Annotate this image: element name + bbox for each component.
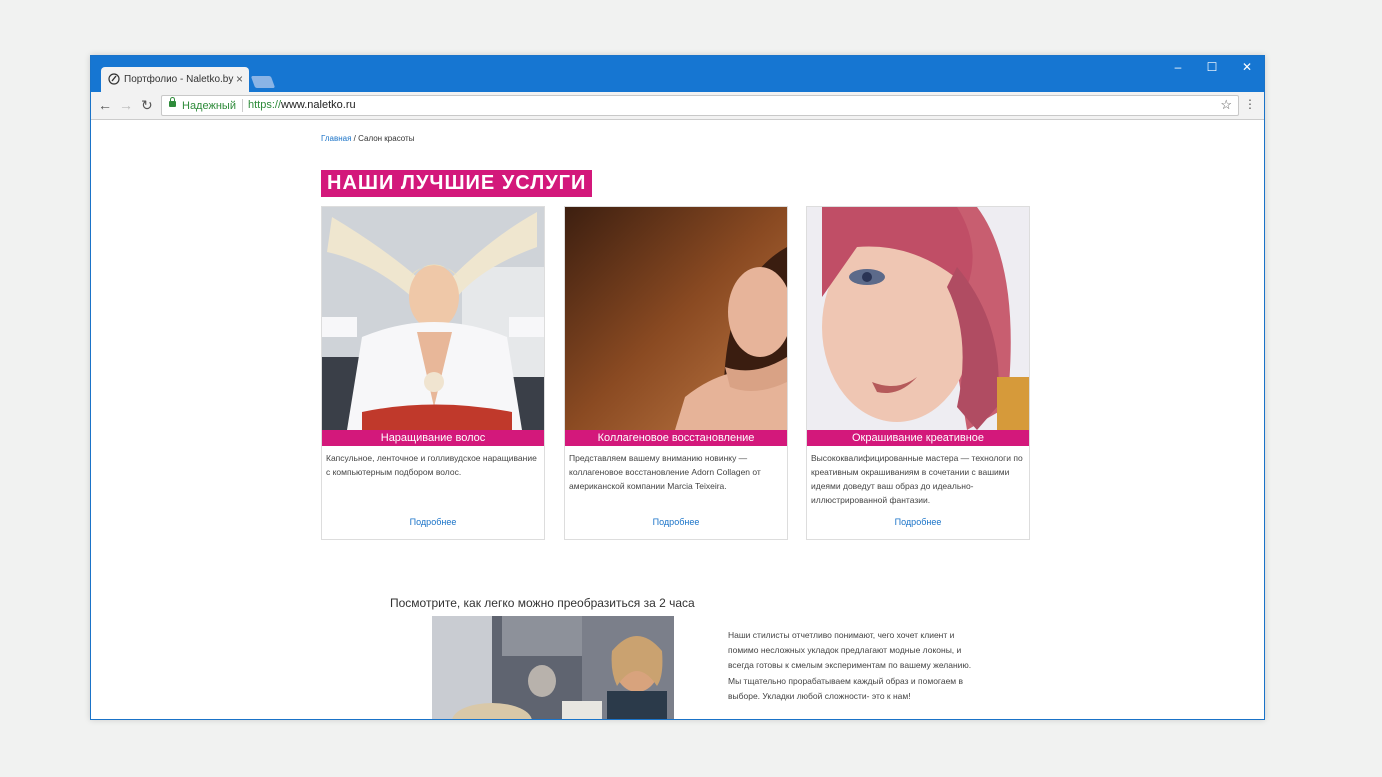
service-card: Окрашивание креативное Высококвалифициро…: [806, 206, 1030, 540]
browser-menu-icon[interactable]: ⋮: [1244, 97, 1256, 111]
url-text[interactable]: https://www.naletko.ru: [248, 99, 356, 111]
service-more-link[interactable]: Подробнее: [565, 517, 787, 527]
service-title: Окрашивание креативное: [807, 430, 1029, 446]
salon-video[interactable]: [432, 616, 674, 719]
address-bar[interactable]: Надежный https://www.naletko.ru ☆: [161, 95, 1239, 116]
breadcrumb-home-link[interactable]: Главная: [321, 134, 351, 143]
tab-close-icon[interactable]: ×: [236, 72, 243, 86]
browser-window: Портфолио - Naletko.by × – ☐ ✕ ← → ↻ Над…: [90, 55, 1265, 720]
service-card: Коллагеновое восстановление Представляем…: [564, 206, 788, 540]
new-tab-button[interactable]: [250, 76, 276, 88]
transform-text: Наши стилисты отчетливо понимают, чего х…: [728, 630, 972, 701]
browser-toolbar: ← → ↻ Надежный https://www.naletko.ru ☆ …: [91, 92, 1264, 120]
url-host: www.naletko.ru: [281, 99, 356, 111]
site-favicon-icon: [108, 73, 120, 85]
close-window-button[interactable]: ✕: [1232, 60, 1262, 74]
breadcrumb-current: Салон красоты: [358, 134, 415, 143]
service-photo[interactable]: [565, 207, 787, 430]
secure-label: Надежный: [182, 100, 236, 112]
service-title: Коллагеновое восстановление: [565, 430, 787, 446]
minimize-button[interactable]: –: [1163, 60, 1193, 74]
service-photo[interactable]: [322, 207, 544, 430]
browser-tab[interactable]: Портфолио - Naletko.by ×: [101, 67, 249, 93]
breadcrumb: Главная / Салон красоты: [321, 134, 414, 143]
service-title: Наращивание волос: [322, 430, 544, 446]
service-description: Представляем вашему вниманию новинку — к…: [569, 453, 761, 491]
title-bar: Портфолио - Naletko.by × – ☐ ✕: [91, 56, 1264, 93]
service-more-link[interactable]: Подробнее: [322, 517, 544, 527]
back-arrow-icon[interactable]: ←: [98, 97, 112, 113]
service-description: Капсульное, ленточное и голливудское нар…: [326, 453, 537, 477]
forward-arrow-icon[interactable]: →: [119, 97, 133, 113]
url-scheme: https://: [248, 99, 282, 111]
maximize-button[interactable]: ☐: [1197, 60, 1227, 74]
address-separator: [242, 99, 243, 112]
page-content: Главная / Салон красоты НАШИ ЛУЧШИЕ УСЛУ…: [91, 120, 1264, 719]
transform-heading: Посмотрите, как легко можно преобразитьс…: [390, 596, 695, 610]
service-description: Высококвалифицированные мастера — технол…: [811, 453, 1023, 505]
service-more-link[interactable]: Подробнее: [807, 517, 1029, 527]
lock-icon: [169, 97, 176, 107]
section-title: НАШИ ЛУЧШИЕ УСЛУГИ: [321, 170, 593, 197]
service-card: Наращивание волос Капсульное, ленточное …: [321, 206, 545, 540]
reload-icon[interactable]: ↻: [141, 97, 153, 114]
bookmark-star-icon[interactable]: ☆: [1220, 97, 1232, 113]
service-photo[interactable]: [807, 207, 1029, 430]
tab-title: Портфолио - Naletko.by: [124, 74, 234, 85]
